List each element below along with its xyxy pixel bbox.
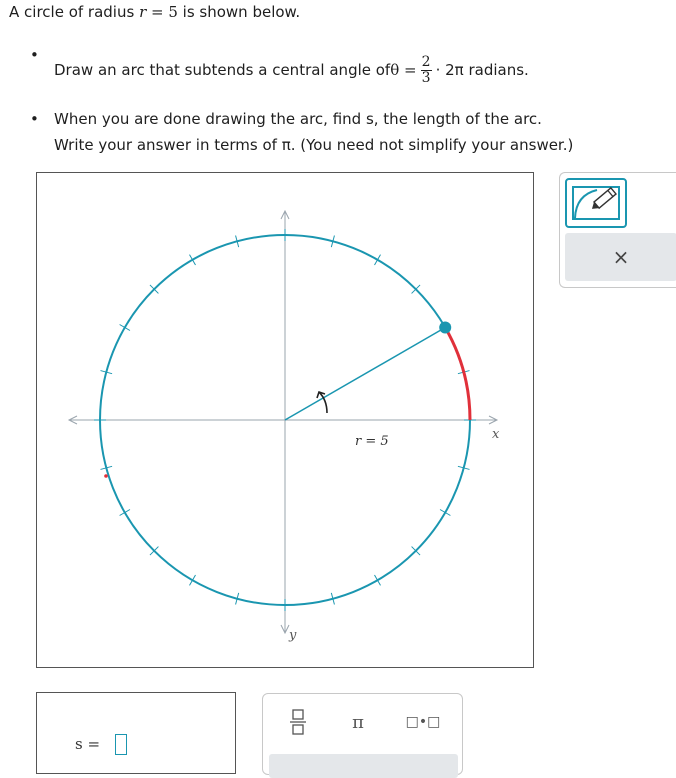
- radius-line: [284, 326, 446, 421]
- arc-endpoint-handle[interactable]: [439, 321, 452, 334]
- keypad-bottom-button[interactable]: [269, 754, 458, 778]
- red-marker-dot: [104, 474, 108, 478]
- task-find-length: When you are done drawing the arc, find …: [30, 106, 573, 158]
- radius-label: r = 5: [355, 434, 389, 449]
- fraction-numerator: 2: [421, 53, 431, 70]
- fraction-key[interactable]: [283, 704, 313, 740]
- task-list: Draw an arc that subtends a central angl…: [30, 46, 573, 158]
- task-draw-arc: Draw an arc that subtends a central angl…: [30, 46, 573, 94]
- answer-label: s =: [75, 735, 101, 753]
- task1-prefix: Draw an arc that subtends a central angl…: [54, 61, 391, 79]
- close-icon: ×: [612, 245, 630, 269]
- drawn-arc: [443, 326, 472, 421]
- math-keypad: π □•□: [262, 693, 463, 778]
- answer-area: s =: [36, 692, 236, 774]
- circle-tick: [119, 324, 131, 331]
- circle-graph[interactable]: x y r = 5: [37, 173, 533, 667]
- pi-key[interactable]: π: [343, 704, 373, 740]
- task2-line2: Write your answer in terms of π. (You ne…: [54, 136, 574, 154]
- circle-tick: [119, 509, 131, 516]
- intro-text: A circle of radius r = 5 is shown below.: [9, 3, 300, 21]
- graph-area[interactable]: x y r = 5: [36, 172, 534, 668]
- pencil-arc-icon: [572, 186, 620, 220]
- fraction-denominator: 3: [421, 69, 431, 86]
- x-axis-label: x: [492, 427, 500, 442]
- intro-equation: = 5: [146, 3, 178, 21]
- answer-input[interactable]: [115, 734, 127, 755]
- angle-indicator-arrow: [318, 391, 328, 414]
- circle-tick: [374, 574, 381, 586]
- draw-arc-tool-button[interactable]: [565, 178, 627, 228]
- fraction-two-thirds: 2 3: [420, 53, 432, 86]
- y-axis-label: y: [288, 628, 297, 643]
- task2-line1: When you are done drawing the arc, find …: [54, 110, 542, 128]
- multiply-key[interactable]: □•□: [401, 704, 445, 740]
- circle-tick: [189, 574, 196, 586]
- circle-tick: [374, 254, 381, 266]
- clear-button[interactable]: ×: [565, 233, 676, 281]
- axes: [67, 209, 499, 635]
- circle-tick: [439, 509, 451, 516]
- task1-suffix: · 2π radians.: [435, 61, 529, 79]
- intro-suffix: is shown below.: [177, 3, 301, 21]
- intro-prefix: A circle of radius: [9, 3, 140, 21]
- tool-panel: ×: [559, 172, 676, 288]
- theta-equals: θ =: [390, 61, 417, 79]
- fraction-icon: [290, 709, 306, 735]
- circle-tick: [189, 254, 196, 266]
